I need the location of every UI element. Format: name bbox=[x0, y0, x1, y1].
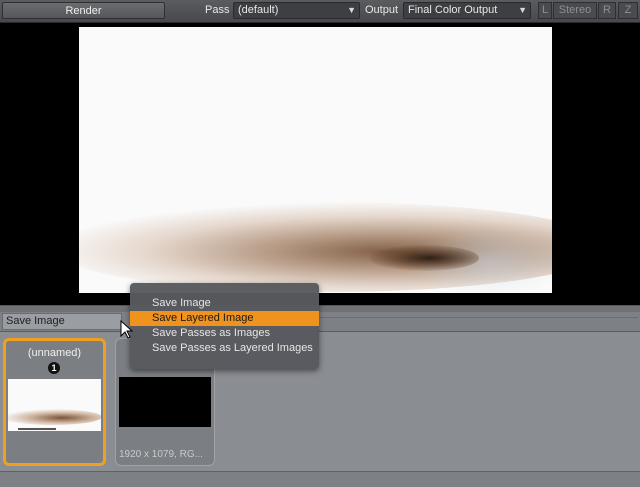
status-strip bbox=[0, 471, 640, 487]
stereo-button[interactable]: Stereo bbox=[553, 2, 597, 19]
save-image-dropdown[interactable]: Save Image bbox=[2, 313, 122, 330]
gallery-item-title: (unnamed) bbox=[27, 347, 82, 359]
pass-label: Pass bbox=[205, 4, 230, 16]
actionbar-separator bbox=[320, 317, 638, 326]
panel-divider[interactable] bbox=[0, 305, 640, 312]
render-viewport[interactable] bbox=[0, 23, 640, 305]
chevron-down-icon: ▼ bbox=[347, 5, 356, 15]
output-label: Output bbox=[365, 4, 399, 16]
number-badge-icon: 1 bbox=[48, 362, 60, 374]
pass-dropdown[interactable]: (default) ▼ bbox=[233, 2, 360, 19]
output-dropdown[interactable]: Final Color Output ▼ bbox=[403, 2, 531, 19]
chevron-down-icon: ▼ bbox=[518, 5, 527, 15]
image-gallery: (unnamed) 1 1920 x 1079, RG... bbox=[0, 332, 640, 472]
menu-item-save-passes-as-layered-images[interactable]: Save Passes as Layered Images bbox=[130, 341, 319, 356]
gallery-item[interactable]: (unnamed) 1 bbox=[3, 338, 106, 466]
save-context-menu: Save Image Save Layered Image Save Passe… bbox=[130, 283, 319, 369]
extra-toggle-button[interactable]: Z bbox=[618, 2, 638, 19]
left-eye-button[interactable]: L bbox=[538, 2, 552, 19]
mouse-cursor-icon bbox=[120, 320, 134, 339]
render-image bbox=[79, 27, 552, 293]
output-value: Final Color Output bbox=[408, 4, 498, 16]
render-button[interactable]: Render bbox=[2, 2, 165, 19]
menu-item-save-image[interactable]: Save Image bbox=[130, 296, 319, 311]
right-eye-button[interactable]: R bbox=[598, 2, 616, 19]
menu-item-save-layered-image[interactable]: Save Layered Image bbox=[130, 311, 319, 326]
render-toolbar: Render Pass (default) ▼ Output Final Col… bbox=[0, 0, 640, 23]
gallery-item-info: 1920 x 1079, RG... bbox=[119, 449, 203, 460]
menu-item-save-passes-as-images[interactable]: Save Passes as Images bbox=[130, 326, 319, 341]
render-shadow bbox=[369, 245, 479, 271]
image-actions-bar: Save Image bbox=[0, 312, 640, 332]
gallery-thumbnail bbox=[8, 379, 101, 431]
pass-value: (default) bbox=[238, 4, 279, 16]
gallery-thumbnail bbox=[119, 377, 211, 427]
